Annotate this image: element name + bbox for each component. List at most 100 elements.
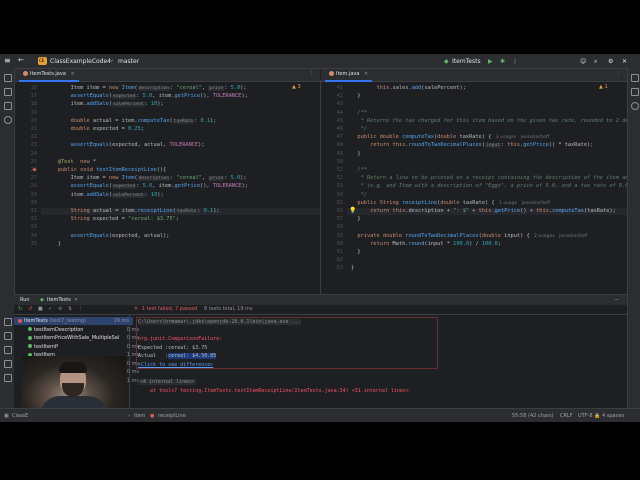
line-number[interactable]: 27 — [17, 175, 37, 181]
test-console-output[interactable]: C:\Users\hrmamar\.jdks\openjdk-20.0.1\bi… — [130, 315, 627, 409]
tab-options-icon[interactable]: ⋮ — [309, 69, 314, 80]
code-line[interactable]: */ — [357, 192, 367, 198]
more-tools-icon[interactable] — [4, 116, 12, 124]
line-number[interactable]: 21 — [17, 126, 37, 132]
code-line[interactable]: * Returns the tax charged for this item … — [357, 118, 627, 124]
profile-icon[interactable]: ☺ — [580, 58, 586, 65]
notifications-icon[interactable] — [631, 74, 639, 82]
line-number[interactable]: 19 — [17, 110, 37, 116]
intention-bulb-icon[interactable]: 💡 — [349, 207, 356, 214]
code-line[interactable]: } — [58, 241, 61, 247]
code-line[interactable]: * (e.g. and Item with a description of "… — [357, 183, 627, 189]
code-line[interactable]: * Return a line to be printed on a recei… — [357, 175, 627, 181]
line-number[interactable]: 50 — [323, 159, 343, 165]
code-line[interactable]: /** — [357, 110, 367, 116]
services-tool-icon[interactable] — [4, 332, 12, 340]
code-line[interactable]: Item item = new Item(description: "cerea… — [71, 175, 247, 182]
run-config-tab[interactable]: ItemTests — [47, 297, 71, 303]
line-number[interactable]: 34 — [17, 233, 37, 239]
tab-options-icon[interactable]: ⋮ — [616, 69, 621, 80]
more-options-icon[interactable]: ⋮ — [78, 306, 83, 312]
run-config-selector[interactable]: ItemTests — [452, 58, 481, 65]
line-ending[interactable]: CRLF — [560, 413, 573, 419]
indent-setting[interactable]: 4 spaces — [602, 413, 624, 419]
problems-tool-icon[interactable] — [4, 360, 12, 368]
code-line[interactable]: public double computeTax(double taxRate)… — [357, 134, 549, 140]
line-number[interactable]: 55 — [323, 200, 343, 206]
code-line[interactable]: */ — [357, 126, 367, 132]
line-number[interactable]: 56 — [323, 208, 343, 214]
structure-tool-icon[interactable] — [4, 102, 12, 110]
show-passed-icon[interactable]: ✓ — [48, 306, 52, 312]
line-number[interactable]: 44 — [323, 110, 343, 116]
code-line[interactable]: Item item = new Item(description: "cerea… — [71, 85, 247, 91]
code-line[interactable]: assertEquals(expected: 5.0, item.getPric… — [71, 93, 248, 100]
line-number[interactable]: 43 — [323, 101, 343, 107]
line-number[interactable]: 52 — [323, 175, 343, 181]
breadcrumb-project[interactable]: ClassE — [12, 413, 28, 419]
right-code-area[interactable]: ▲ 1 41 this.sales.add(salePercent); 42} 43 4… — [321, 82, 627, 294]
line-number[interactable]: 59 — [323, 233, 343, 239]
search-icon[interactable]: ⌕ — [594, 58, 597, 66]
line-number[interactable]: 22 — [17, 134, 37, 140]
code-line[interactable]: item.addSale(salePercent: 10); — [71, 192, 164, 198]
run-tab-close-icon[interactable]: ✕ — [74, 297, 78, 303]
line-number[interactable]: 41 — [323, 85, 343, 91]
code-line[interactable]: public void testItemReceiptLine(){ — [58, 167, 166, 173]
code-line[interactable]: assertEquals(expected, actual); — [71, 233, 170, 239]
caret-position[interactable]: 55:58 (42 chars) — [512, 413, 554, 419]
run-tab[interactable]: Run — [20, 297, 30, 303]
line-number[interactable]: 49 — [323, 151, 343, 157]
test-tree-row[interactable]: testItemP 0 ms — [14, 343, 143, 351]
code-line[interactable]: return this.roundToTwoDecimalPlaces(inpu… — [370, 142, 593, 149]
failed-test-gutter-icon[interactable]: ● — [33, 167, 36, 173]
run-icon[interactable]: ▶ — [488, 58, 493, 65]
line-number[interactable]: 42 — [323, 93, 343, 99]
debug-icon[interactable]: ✱ — [500, 58, 505, 65]
line-number[interactable]: 58 — [323, 224, 343, 230]
tab-itemtests-java[interactable]: ItemTests.java ✕ — [19, 69, 79, 82]
line-number[interactable]: 31 — [17, 208, 37, 214]
commit-tool-icon[interactable] — [4, 88, 12, 96]
line-number[interactable]: 51 — [323, 167, 343, 173]
test-tree-row[interactable]: ItemTests (test7_testing) 19 ms — [14, 317, 133, 325]
git-tool-icon[interactable] — [4, 374, 12, 382]
line-number[interactable]: 29 — [17, 192, 37, 198]
line-number[interactable]: 20 — [17, 118, 37, 124]
line-number[interactable]: 30 — [17, 200, 37, 206]
tab-close-icon[interactable]: ✕ — [71, 71, 75, 77]
test-tree-row[interactable]: testItemPriceWithSale_MultipleSal 0 ms — [14, 334, 143, 342]
file-encoding[interactable]: UTF-8 — [578, 413, 593, 419]
terminal-tool-icon[interactable] — [4, 346, 12, 354]
code-line[interactable]: private double roundToTwoDecimalPlaces(d… — [357, 233, 587, 239]
line-number[interactable]: 45 — [323, 118, 343, 124]
code-line[interactable]: } — [357, 151, 360, 157]
gradle-icon[interactable] — [631, 102, 639, 110]
line-number[interactable]: 28 — [17, 183, 37, 189]
code-line[interactable]: double actual = item.computeTax(taxRate:… — [71, 118, 216, 124]
show-ignored-icon[interactable]: ⊘ — [58, 306, 62, 312]
code-line[interactable]: double expected = 0.25; — [71, 126, 144, 132]
line-number[interactable]: 54 — [323, 192, 343, 198]
project-tool-icon[interactable] — [4, 74, 12, 82]
line-number[interactable]: 60 — [323, 241, 343, 247]
code-line[interactable]: assertEquals(expected: 5.0, item.getPric… — [71, 183, 248, 190]
code-line[interactable]: item.addSale(salePercent: 10); — [71, 101, 164, 108]
line-number[interactable]: 35 — [17, 241, 37, 247]
line-number[interactable]: 61 — [323, 249, 343, 255]
code-line[interactable]: assertEquals(expected, actual, TOLERANCE… — [71, 142, 205, 148]
code-line[interactable]: String actual = item.receiptLine(taxRate… — [71, 208, 220, 214]
code-line[interactable]: } — [357, 216, 360, 222]
breadcrumb-method[interactable]: receiptLine — [158, 413, 186, 419]
rerun-failed-icon[interactable]: ↺ — [28, 306, 32, 312]
code-line[interactable]: return this.description + ": $" + this.g… — [370, 208, 616, 214]
line-number[interactable]: 53 — [323, 183, 343, 189]
database-icon[interactable] — [631, 88, 639, 96]
code-line[interactable]: } — [351, 265, 354, 271]
line-number[interactable]: 25 — [17, 159, 37, 165]
minimize-panel-icon[interactable]: — — [614, 297, 619, 303]
line-number[interactable]: 18 — [17, 101, 37, 107]
lock-icon[interactable]: 🔒 — [594, 413, 600, 419]
line-number[interactable]: 63 — [323, 265, 343, 271]
rerun-icon[interactable]: ↻ — [18, 306, 22, 312]
